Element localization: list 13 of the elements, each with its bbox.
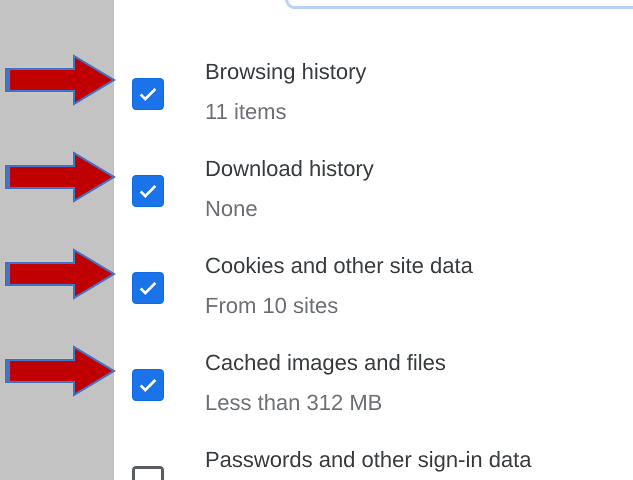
option-detail: From 10 sites bbox=[205, 292, 340, 320]
option-detail: 11 items bbox=[205, 98, 288, 126]
option-label: Cookies and other site data bbox=[205, 252, 473, 280]
checkbox[interactable] bbox=[132, 369, 164, 401]
option-detail: None bbox=[205, 195, 259, 223]
option-label: Browsing history bbox=[205, 58, 366, 86]
checkbox[interactable] bbox=[132, 272, 164, 304]
option-label: Passwords and other sign-in data bbox=[205, 446, 532, 474]
option-label: Cached images and files bbox=[205, 349, 446, 377]
option-label: Download history bbox=[205, 155, 374, 183]
checkbox[interactable] bbox=[132, 78, 164, 110]
checkbox[interactable] bbox=[132, 175, 164, 207]
option-detail: Less than 312 MB bbox=[205, 389, 384, 417]
